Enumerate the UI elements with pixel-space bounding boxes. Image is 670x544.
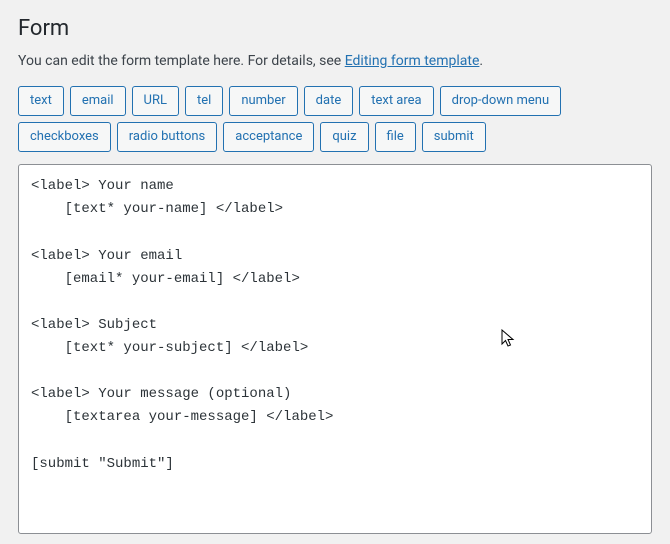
form-template-editor[interactable]	[18, 164, 652, 534]
tag-textarea-button[interactable]: text area	[359, 86, 433, 116]
tag-date-button[interactable]: date	[304, 86, 354, 116]
description: You can edit the form template here. For…	[18, 51, 652, 72]
tag-tel-button[interactable]: tel	[185, 86, 223, 116]
page-title: Form	[18, 16, 652, 41]
tag-quiz-button[interactable]: quiz	[320, 122, 368, 152]
tag-submit-button[interactable]: submit	[422, 122, 486, 152]
tag-generator-buttons: text email URL tel number date text area…	[18, 86, 652, 152]
tag-file-button[interactable]: file	[375, 122, 416, 152]
tag-checkboxes-button[interactable]: checkboxes	[18, 122, 111, 152]
tag-email-button[interactable]: email	[70, 86, 126, 116]
tag-number-button[interactable]: number	[229, 86, 297, 116]
editing-form-template-link[interactable]: Editing form template	[345, 53, 480, 69]
tag-url-button[interactable]: URL	[132, 86, 179, 116]
description-prefix: You can edit the form template here. For…	[18, 53, 345, 69]
tag-radio-button[interactable]: radio buttons	[117, 122, 218, 152]
description-suffix: .	[479, 53, 483, 69]
tag-acceptance-button[interactable]: acceptance	[223, 122, 314, 152]
tag-text-button[interactable]: text	[18, 86, 64, 116]
tag-dropdown-button[interactable]: drop-down menu	[440, 86, 561, 116]
